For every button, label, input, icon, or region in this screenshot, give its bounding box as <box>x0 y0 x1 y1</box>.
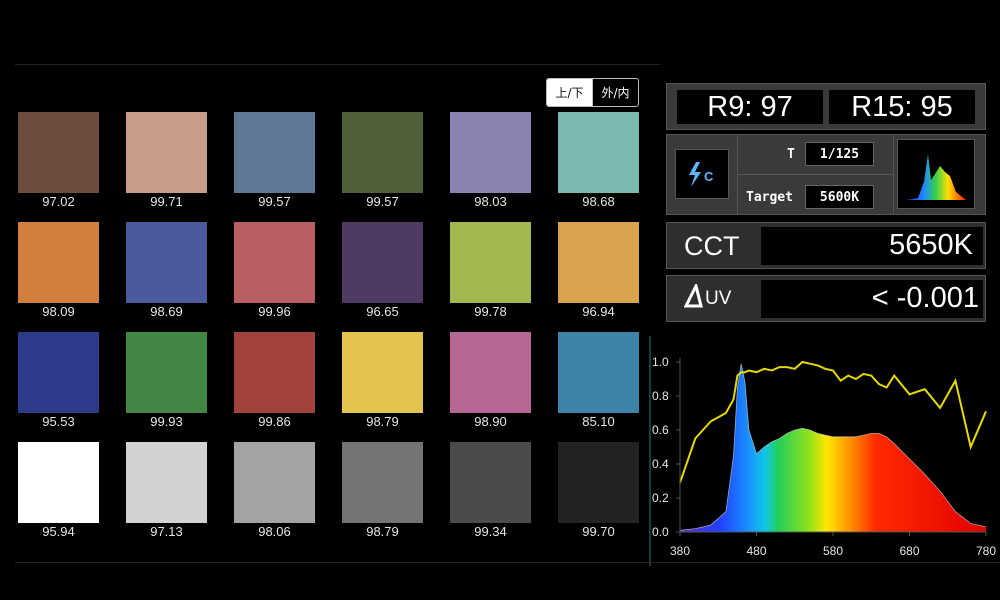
exposure-panel: C T 1/125 Target 5600K <box>666 134 986 215</box>
swatch-value: 96.94 <box>582 304 615 319</box>
x-tick-label: 680 <box>899 544 919 558</box>
color-swatch[interactable] <box>342 222 423 303</box>
swatch-value: 99.34 <box>474 524 507 539</box>
color-swatch[interactable] <box>450 112 531 193</box>
target-value[interactable]: 5600K <box>805 185 874 209</box>
color-swatch[interactable] <box>450 442 531 523</box>
swatch-value: 99.57 <box>366 194 399 209</box>
x-tick-label: 580 <box>823 544 843 558</box>
spectrum-area <box>680 363 986 532</box>
mode-button[interactable]: C <box>675 149 729 199</box>
color-swatch[interactable] <box>234 442 315 523</box>
y-tick-label: 0.8 <box>652 389 669 403</box>
cct-value: 5650K <box>889 229 973 261</box>
swatch-value: 98.06 <box>258 524 291 539</box>
color-swatch[interactable] <box>18 442 99 523</box>
cct-label: CCT <box>684 231 740 261</box>
swatch-value: 99.93 <box>150 414 183 429</box>
color-swatch[interactable] <box>234 332 315 413</box>
swatch-value: 96.65 <box>366 304 399 319</box>
swatch-value: 99.71 <box>150 194 183 209</box>
color-swatch[interactable] <box>558 332 639 413</box>
x-tick-label: 780 <box>976 544 996 558</box>
y-tick-label: 0.6 <box>652 423 669 437</box>
color-swatch[interactable] <box>18 222 99 303</box>
spectrum-thumbnail-button[interactable] <box>897 139 975 209</box>
color-swatch[interactable] <box>450 332 531 413</box>
color-swatch[interactable] <box>342 112 423 193</box>
r15-value: R15: 95 <box>829 90 975 124</box>
x-tick-label: 380 <box>670 544 690 558</box>
shutter-value[interactable]: 1/125 <box>805 142 874 166</box>
delta-icon <box>684 284 703 308</box>
spectrum-chart: 0.0 0.2 0.4 0.6 0.8 1.0 380 480 580 680 780 <box>649 336 996 566</box>
swatch-value: 97.13 <box>150 524 183 539</box>
swatch-value: 95.94 <box>42 524 75 539</box>
duv-value: < -0.001 <box>871 282 979 314</box>
y-tick-label: 0.4 <box>652 457 669 471</box>
duv-label: UV <box>684 284 731 310</box>
color-swatch[interactable] <box>126 112 207 193</box>
flash-c-icon: C <box>689 162 714 187</box>
swatch-value: 98.90 <box>474 414 507 429</box>
color-swatch[interactable] <box>126 442 207 523</box>
swatch-value: 99.70 <box>582 524 615 539</box>
swatch-value: 99.96 <box>258 304 291 319</box>
swatch-value: 99.86 <box>258 414 291 429</box>
swatch-value: 98.79 <box>366 414 399 429</box>
color-swatch[interactable] <box>342 442 423 523</box>
swatch-value: 98.09 <box>42 304 75 319</box>
top-divider <box>15 64 660 65</box>
r9-value: R9: 97 <box>677 90 823 124</box>
swatch-value: 97.02 <box>42 194 75 209</box>
color-swatch[interactable] <box>18 112 99 193</box>
color-swatch[interactable] <box>234 222 315 303</box>
swatch-value: 95.53 <box>42 414 75 429</box>
toggle-option-up-down[interactable]: 上/下 <box>547 79 592 106</box>
color-swatch[interactable] <box>126 332 207 413</box>
y-tick-label: 0.2 <box>652 491 669 505</box>
color-swatch[interactable] <box>126 222 207 303</box>
swatch-value: 98.69 <box>150 304 183 319</box>
duv-label-text: UV <box>705 288 732 309</box>
svg-text:C: C <box>704 169 714 184</box>
swatch-value: 98.68 <box>582 194 615 209</box>
swatch-value: 98.79 <box>366 524 399 539</box>
r-values-panel: R9: 97 R15: 95 <box>666 83 986 130</box>
y-tick-label: 1.0 <box>652 355 669 369</box>
spectrum-thumbnail-icon <box>906 154 966 200</box>
target-label: Target <box>746 190 793 205</box>
view-toggle[interactable]: 上/下 外/内 <box>546 78 639 107</box>
duv-panel: UV < -0.001 <box>666 275 986 322</box>
shutter-label: T <box>787 147 795 162</box>
color-swatch[interactable] <box>450 222 531 303</box>
color-swatch[interactable] <box>342 332 423 413</box>
swatch-value: 85.10 <box>582 414 615 429</box>
x-tick-label: 480 <box>746 544 766 558</box>
swatch-value: 99.57 <box>258 194 291 209</box>
color-swatch[interactable] <box>234 112 315 193</box>
color-swatch[interactable] <box>558 112 639 193</box>
toggle-option-outer-inner[interactable]: 外/内 <box>592 79 638 106</box>
color-swatch[interactable] <box>18 332 99 413</box>
swatch-value: 98.03 <box>474 194 507 209</box>
swatch-value: 99.78 <box>474 304 507 319</box>
cct-panel: CCT 5650K <box>666 222 986 269</box>
color-swatch[interactable] <box>558 442 639 523</box>
color-swatch[interactable] <box>558 222 639 303</box>
y-tick-label: 0.0 <box>652 525 669 539</box>
